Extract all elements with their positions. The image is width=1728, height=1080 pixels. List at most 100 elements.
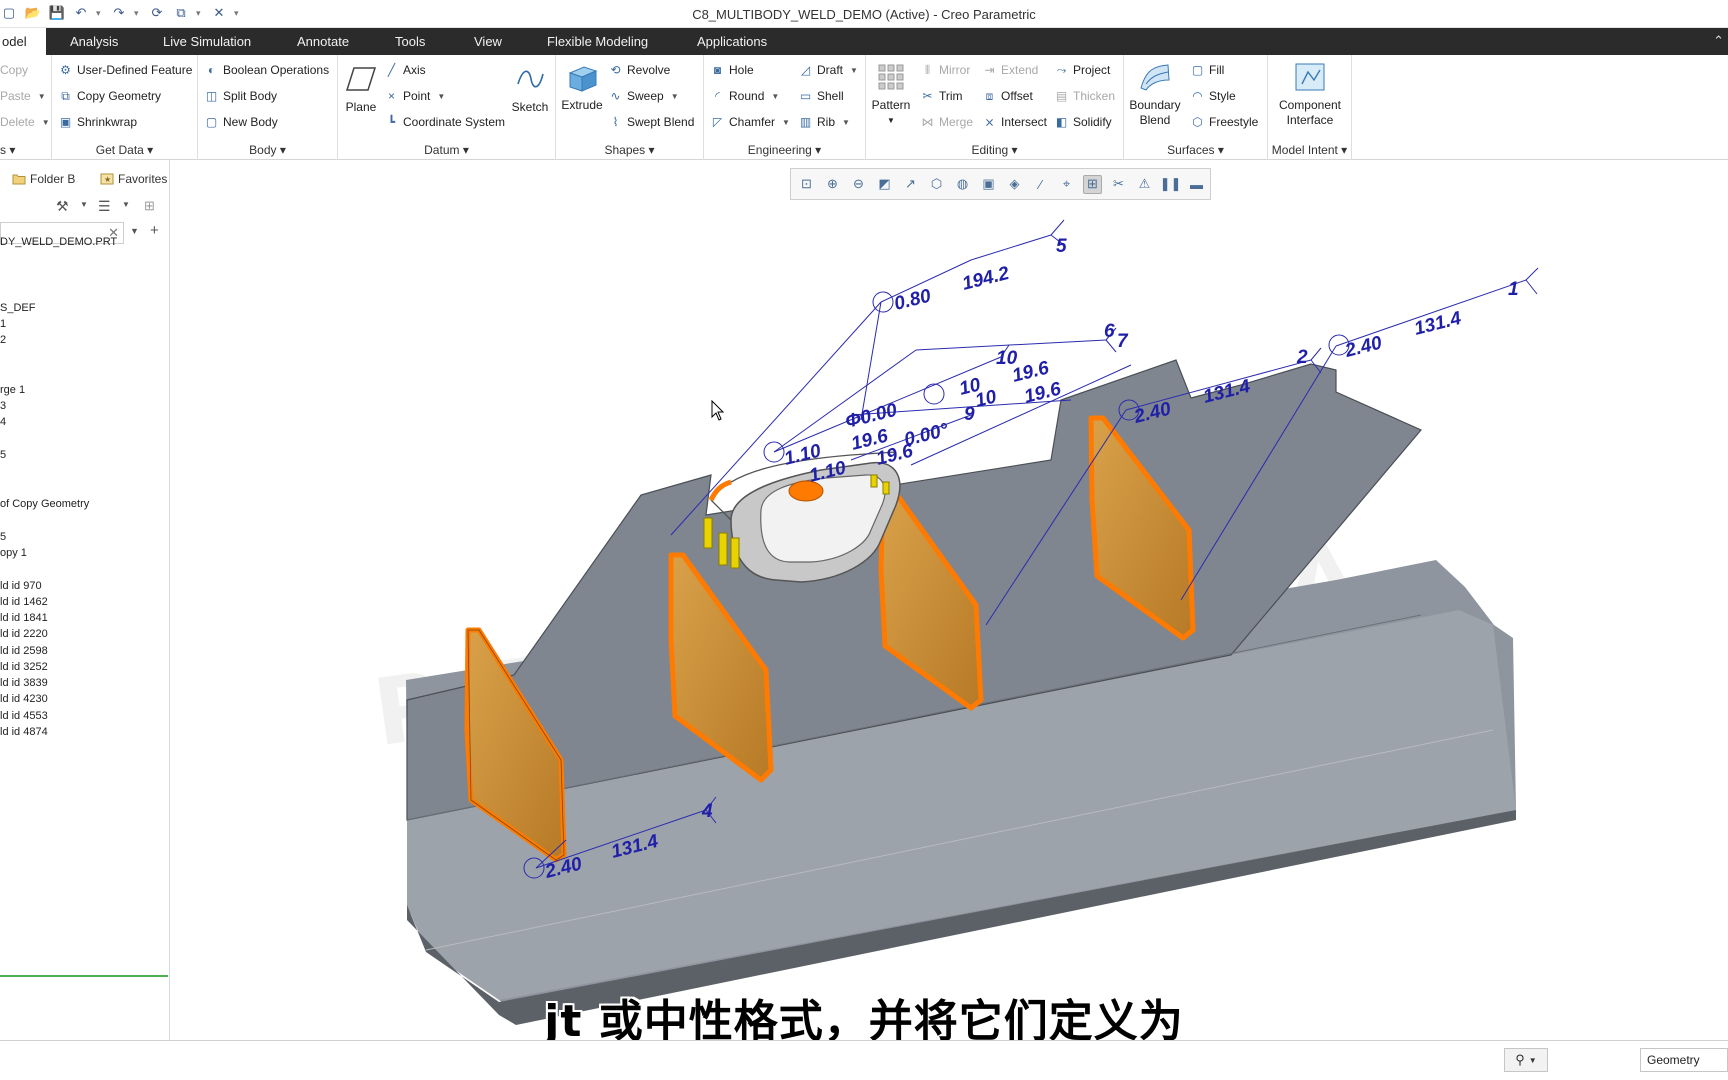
copy-button[interactable]: Copy [0,60,28,80]
tree-item[interactable]: ld id 4874 [0,726,48,738]
freestyle-button[interactable]: ⬡ Freestyle [1190,112,1258,132]
thicken-button[interactable]: ▤ Thicken [1054,86,1115,106]
round-button[interactable]: ◜ Round ▼ [710,86,779,106]
trim-button[interactable]: ✂ Trim [920,86,962,106]
group-label-body[interactable]: Body ▾ [198,143,337,157]
extrude-button[interactable]: Extrude [560,61,604,113]
pause-icon[interactable]: ❚❚ [1160,175,1182,194]
tree-item[interactable]: ld id 1462 [0,596,48,608]
chevron-down-icon[interactable]: ▼ [122,200,130,209]
solidify-button[interactable]: ◧ Solidify [1054,112,1112,132]
extend-button[interactable]: ⇥ Extend [982,60,1038,80]
rib-button[interactable]: ▥ Rib ▼ [798,112,850,132]
refit-icon[interactable]: ⊡ [797,175,816,194]
tree-item[interactable]: 3 [0,400,6,412]
tab-analysis[interactable]: Analysis [64,28,124,55]
model-canvas[interactable]: PTCU CHINA [171,160,1728,1040]
chevron-down-icon[interactable]: ▼ [130,226,139,236]
draft-button[interactable]: ◿ Draft ▼ [798,60,858,80]
spin-center-icon[interactable]: ⊞ [1083,174,1102,194]
tree-item[interactable]: 5 [0,449,6,461]
tree-item[interactable]: 5 [0,531,6,543]
boolean-operations-button[interactable]: ◐ Boolean Operations [204,60,329,80]
user-defined-feature-button[interactable]: ⚙ User-Defined Feature [58,60,192,80]
swept-blend-button[interactable]: ⌇ Swept Blend [608,112,695,132]
pattern-button[interactable]: Pattern ▼ [870,61,912,128]
tree-item[interactable]: rge 1 [0,384,25,396]
tree-item[interactable]: 1 [0,318,6,330]
insert-here-marker[interactable] [0,975,168,977]
tab-live-simulation[interactable]: Live Simulation [157,28,257,55]
group-label-engineering[interactable]: Engineering ▾ [704,143,865,157]
tree-item[interactable]: S_DEF [0,302,35,314]
copy-geometry-button[interactable]: ⧉ Copy Geometry [58,86,161,106]
tree-item[interactable]: ld id 970 [0,580,42,592]
tab-annotate[interactable]: Annotate [291,28,355,55]
settings-icon[interactable]: ⚒ [56,198,69,215]
tab-applications[interactable]: Applications [691,28,773,55]
paste-button[interactable]: Paste ▼ [0,86,46,106]
saved-orientations-icon[interactable]: ⬡ [927,175,946,194]
tab-favorites[interactable]: ★ Favorites [96,166,170,192]
tree-item[interactable]: ld id 2220 [0,628,48,640]
tree-item[interactable]: of Copy Geometry [0,498,89,510]
find-button[interactable]: ⚲ ▼ [1504,1048,1548,1072]
new-body-button[interactable]: ▢ New Body [204,112,278,132]
plane-button[interactable]: Plane [342,63,380,115]
tab-folder-browser[interactable]: Folder B [8,166,94,192]
delete-button[interactable]: Delete ▼ [0,112,50,132]
project-button[interactable]: ⤳ Project [1054,60,1111,80]
sweep-button[interactable]: ∿ Sweep ▼ [608,86,678,106]
zoom-in-icon[interactable]: ⊕ [823,175,842,194]
group-label-model-intent[interactable]: Model Intent ▾ [1268,143,1351,157]
group-label-datum[interactable]: Datum ▾ [338,143,555,157]
datum-display-icon[interactable]: ⁄ [1031,175,1050,194]
section-icon[interactable]: ✂ [1109,175,1128,194]
component-interface-button[interactable]: Component Interface [1272,61,1348,128]
chamfer-button[interactable]: ◸ Chamfer ▼ [710,112,790,132]
tab-view[interactable]: View [468,28,508,55]
tree-item[interactable]: ld id 3839 [0,677,48,689]
tab-model[interactable]: odel [0,28,46,55]
group-label-editing[interactable]: Editing ▾ [866,143,1123,157]
shrinkwrap-button[interactable]: ▣ Shrinkwrap [58,112,137,132]
tree-item[interactable]: ld id 4230 [0,693,48,705]
axis-button[interactable]: ╱ Axis [384,60,426,80]
tree-item[interactable]: opy 1 [0,547,27,559]
sketch-button[interactable]: Sketch [508,63,552,115]
perspective-icon[interactable]: ◈ [1005,175,1024,194]
view-manager-icon[interactable]: ▣ [979,175,998,194]
offset-button[interactable]: ⧈ Offset [982,86,1033,106]
hole-button[interactable]: ◙ Hole [710,60,754,80]
split-body-button[interactable]: ◫ Split Body [204,86,277,106]
ribbon-collapse-icon[interactable]: ⌃ [1713,33,1724,49]
annotation-display-icon[interactable]: ⌖ [1057,175,1076,194]
merge-button[interactable]: ⋈ Merge [920,112,974,132]
group-label[interactable]: s ▾ [0,143,51,157]
graphics-viewport[interactable]: PTCU CHINA [171,160,1728,1040]
group-label-surfaces[interactable]: Surfaces ▾ [1124,143,1267,157]
group-label-shapes[interactable]: Shapes ▾ [556,143,703,157]
fill-button[interactable]: ▢ Fill [1190,60,1225,80]
tab-flexible-modeling[interactable]: Flexible Modeling [541,28,654,55]
mirror-button[interactable]: ⫴ Mirror [920,60,970,80]
tree-item[interactable]: ld id 3252 [0,661,48,673]
shell-button[interactable]: ▭ Shell [798,86,844,106]
revolve-button[interactable]: ⟲ Revolve [608,60,670,80]
boundary-blend-button[interactable]: Boundary Blend [1128,61,1182,128]
tree-item[interactable]: ld id 4553 [0,710,48,722]
tree-item[interactable]: ld id 2598 [0,645,48,657]
tree-item[interactable]: 4 [0,416,6,428]
selection-filter-select[interactable]: Geometry [1640,1048,1728,1072]
group-label-get-data[interactable]: Get Data ▾ [52,143,197,157]
filter-icon[interactable]: ⊞ [144,198,155,214]
zoom-out-icon[interactable]: ⊖ [849,175,868,194]
repaint-icon[interactable]: ◩ [875,175,894,194]
tab-tools[interactable]: Tools [389,28,431,55]
point-button[interactable]: × Point ▼ [384,86,445,106]
display-style-icon[interactable]: ◍ [953,175,972,194]
intersect-button[interactable]: ⨯ Intersect [982,112,1047,132]
chevron-down-icon[interactable]: ▼ [80,200,88,209]
tree-item[interactable]: DY_WELD_DEMO.PRT [0,236,117,248]
show-icon[interactable]: ☰ [98,198,111,215]
